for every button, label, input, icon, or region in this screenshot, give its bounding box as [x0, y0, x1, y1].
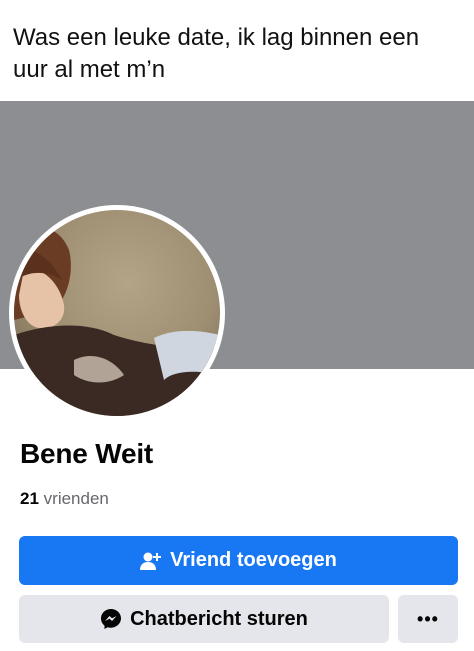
meme-caption: Was een leuke date, ik lag binnen een uu… [13, 24, 420, 83]
send-message-label: Chatbericht sturen [130, 607, 308, 630]
friends-count[interactable]: 21 vrienden [20, 489, 109, 509]
profile-photo-image [14, 210, 220, 416]
send-message-button[interactable]: Chatbericht sturen [19, 595, 389, 643]
more-options-button[interactable]: ••• [398, 595, 458, 643]
messenger-icon [100, 608, 122, 630]
add-friend-button[interactable]: Vriend toevoegen [19, 536, 458, 585]
profile-screen: Was een leuke date, ik lag binnen een uu… [0, 0, 474, 651]
friends-count-number: 21 [20, 489, 39, 508]
more-options-label: ••• [417, 608, 439, 629]
friends-count-label: vrienden [43, 489, 109, 508]
profile-name: Bene Weit [20, 438, 154, 469]
person-add-icon [140, 551, 162, 571]
profile-picture[interactable] [9, 205, 225, 421]
add-friend-label: Vriend toevoegen [170, 549, 337, 571]
